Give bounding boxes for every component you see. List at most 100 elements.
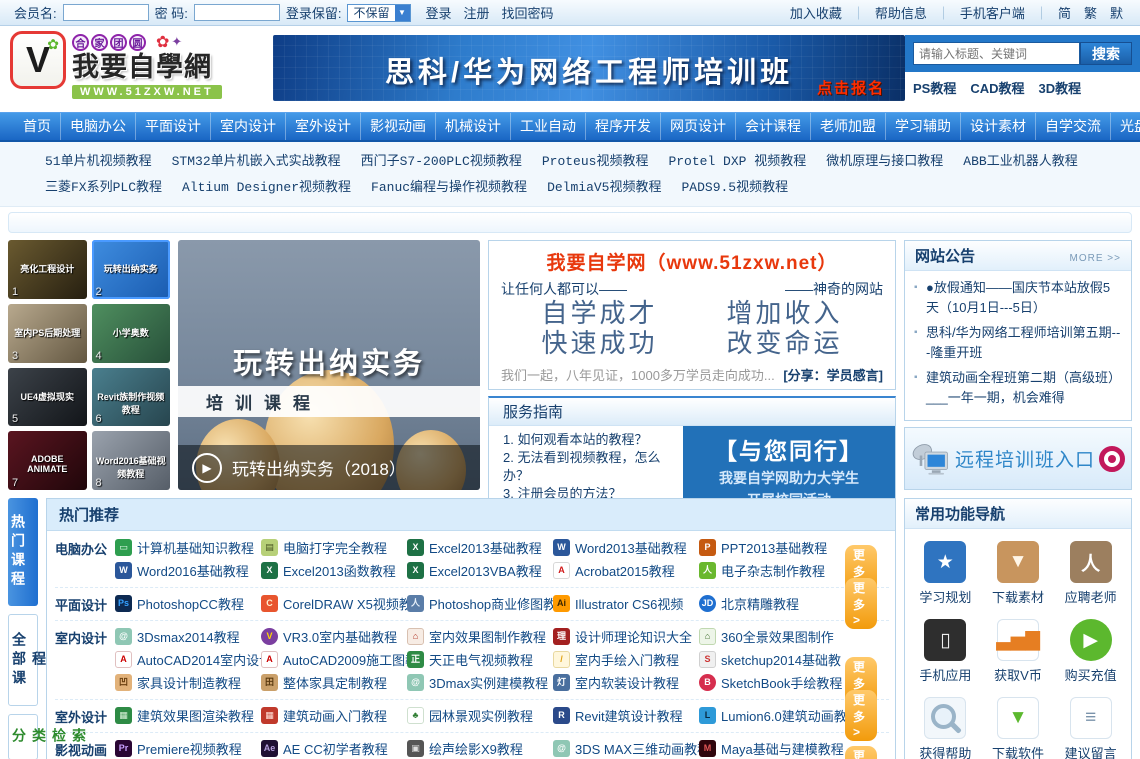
function-nav-item[interactable]: 获得帮助 <box>909 697 982 759</box>
nav-item[interactable]: 工业自动 <box>510 113 585 140</box>
sidebar-tab-category[interactable]: 分类检索 <box>8 714 38 759</box>
service-guide-item[interactable]: 2. 无法看到视频教程，怎么办？ <box>503 449 669 485</box>
course-link[interactable]: AE CC初学者教程 <box>283 739 388 758</box>
service-guide-item[interactable]: 1. 如何观看本站的教程？ <box>503 431 669 449</box>
course-link[interactable]: Maya基础与建模教程 <box>721 739 844 758</box>
course-category-label[interactable]: 室内设计 <box>55 625 115 694</box>
course-link[interactable]: Word2013基础教程 <box>575 538 687 557</box>
course-link[interactable]: 室内软装设计教程 <box>575 673 679 692</box>
subnav-link[interactable]: Altium Designer视频教程 <box>182 180 351 195</box>
course-category-label[interactable]: 室外设计 <box>55 704 115 727</box>
course-link[interactable]: Acrobat2015教程 <box>575 561 675 580</box>
subnav-link[interactable]: 西门子S7-200PLC视频教程 <box>361 154 522 169</box>
lang-link[interactable]: 默 <box>1110 3 1123 22</box>
course-link[interactable]: VR3.0室内基础教程 <box>283 627 397 646</box>
course-link[interactable]: Revit建筑设计教程 <box>575 706 683 725</box>
nav-item[interactable]: 会计课程 <box>735 113 810 140</box>
course-link[interactable]: 整体家具定制教程 <box>283 673 387 692</box>
testimonials-link[interactable]: [分享：学员感言] <box>783 365 883 384</box>
function-nav-item[interactable]: ★学习规划 <box>909 541 982 606</box>
search-input[interactable] <box>913 42 1080 65</box>
site-logo[interactable]: V ✿ 合家团圆✿✦ 我要自學網 WWW.51ZXW.NET <box>0 26 273 112</box>
subnav-link[interactable]: Proteus视频教程 <box>542 154 649 169</box>
subnav-link[interactable]: 三菱FX系列PLC教程 <box>45 180 162 195</box>
subnav-link[interactable]: 微机原理与接口教程 <box>826 154 943 169</box>
course-link[interactable]: 建筑动画入门教程 <box>283 706 387 725</box>
course-link[interactable]: 园林景观实例教程 <box>429 706 533 725</box>
sidebar-tab-hot[interactable]: 热门课程 <box>8 498 38 606</box>
course-link[interactable]: AutoCAD2009施工图教 <box>283 650 407 669</box>
course-link[interactable]: Excel2013VBA教程 <box>429 561 542 580</box>
click-enter-icon[interactable] <box>1099 446 1125 472</box>
member-name-input[interactable] <box>63 4 149 21</box>
course-link[interactable]: 360全景效果图制作 <box>721 627 834 646</box>
course-link[interactable]: Word2016基础教程 <box>137 561 249 580</box>
subnav-link[interactable]: DelmiaV5视频教程 <box>547 180 661 195</box>
lang-link[interactable]: 繁 <box>1084 3 1097 22</box>
training-banner[interactable]: 思科/华为网络工程师培训班 点击报名 <box>273 35 905 101</box>
nav-item[interactable]: 程序开发 <box>585 113 660 140</box>
course-link[interactable]: Photoshop商业修图教 <box>429 594 553 613</box>
nav-item[interactable]: 网页设计 <box>660 113 735 140</box>
nav-item[interactable]: 老师加盟 <box>810 113 885 140</box>
video-thumbnail[interactable]: ADOBE ANIMATE7 <box>8 431 87 490</box>
notice-item[interactable]: 思科/华为网络工程师培训第五期---隆重开班 <box>914 323 1122 363</box>
course-category-label[interactable]: 影视动画 <box>55 737 115 759</box>
function-nav-item[interactable]: ≡建议留言 <box>1054 697 1127 759</box>
hot-search-link[interactable]: PS教程 <box>913 78 956 97</box>
course-link[interactable]: 电脑打字完全教程 <box>283 538 387 557</box>
hot-search-link[interactable]: CAD教程 <box>970 78 1024 97</box>
login-link[interactable]: 登录 <box>426 3 452 22</box>
notice-item[interactable]: ●放假通知——国庆节本站放假5天（10月1日---5日） <box>914 278 1122 318</box>
course-category-label[interactable]: 平面设计 <box>55 592 115 615</box>
course-link[interactable]: 北京精雕教程 <box>721 594 799 613</box>
notice-more-link[interactable]: MORE >> <box>1070 253 1121 264</box>
course-link[interactable]: CorelDRAW X5视频教 <box>283 594 407 613</box>
password-input[interactable] <box>194 4 280 21</box>
course-link[interactable]: Excel2013基础教程 <box>429 538 542 557</box>
course-link[interactable]: 家具设计制造教程 <box>137 673 241 692</box>
nav-item[interactable]: 影视动画 <box>360 113 435 140</box>
function-nav-item[interactable]: ▃▅▇获取V币 <box>982 619 1055 684</box>
subnav-link[interactable]: STM32单片机嵌入式实战教程 <box>172 154 341 169</box>
banner-cta[interactable]: 点击报名 <box>817 77 885 98</box>
lang-link[interactable]: 简 <box>1058 3 1071 22</box>
video-thumbnail[interactable]: UE4虚拟现实5 <box>8 368 87 427</box>
subnav-link[interactable]: 51单片机视频教程 <box>45 154 152 169</box>
course-link[interactable]: sketchup2014基础教 <box>721 650 841 669</box>
sidebar-tab-all[interactable]: 全部课程 <box>8 614 38 706</box>
function-nav-item[interactable]: ▼下载软件 <box>982 697 1055 759</box>
course-link[interactable]: 室内手绘入门教程 <box>575 650 679 669</box>
topbar-link[interactable]: 帮助信息 <box>875 3 927 22</box>
nav-item[interactable]: 室外设计 <box>285 113 360 140</box>
function-nav-item[interactable]: ▯手机应用 <box>909 619 982 684</box>
course-link[interactable]: Illustrator CS6视频 <box>575 594 683 613</box>
course-category-label[interactable]: 电脑办公 <box>55 536 115 582</box>
course-link[interactable]: AutoCAD2014室内设计 <box>137 650 261 669</box>
course-link[interactable]: Lumion6.0建筑动画教 <box>721 706 845 725</box>
play-icon[interactable]: ▶ <box>192 453 222 483</box>
video-thumbnail[interactable]: Word2016基础视频教程8 <box>92 431 171 490</box>
course-link[interactable]: 3Dsmax2014教程 <box>137 627 240 646</box>
video-thumbnail[interactable]: 小学奥数4 <box>92 304 171 363</box>
nav-item[interactable]: 首页 <box>14 113 60 140</box>
hot-search-link[interactable]: 3D教程 <box>1039 78 1082 97</box>
login-keep-select[interactable]: 不保留 ▼ <box>347 4 410 22</box>
nav-item[interactable]: 学习辅助 <box>885 113 960 140</box>
remote-training-entry[interactable]: 远程培训班入口 <box>904 427 1132 490</box>
course-link[interactable]: PhotoshopCC教程 <box>137 594 244 613</box>
video-player[interactable]: 玩转出纳实务 培训课程 ▶ 玩转出纳实务（2018） <box>178 240 480 490</box>
nav-item[interactable]: 室内设计 <box>210 113 285 140</box>
video-thumbnail[interactable]: 亮化工程设计1 <box>8 240 87 299</box>
course-link[interactable]: 3DS MAX三维动画教程 <box>575 739 699 758</box>
course-link[interactable]: PPT2013基础教程 <box>721 538 827 557</box>
video-thumbnail[interactable]: 室内PS后期处理3 <box>8 304 87 363</box>
course-link[interactable]: 设计师理论知识大全 <box>575 627 692 646</box>
course-link[interactable]: Premiere视频教程 <box>137 739 242 758</box>
subnav-link[interactable]: Protel DXP 视频教程 <box>668 154 806 169</box>
more-button[interactable]: 更多> <box>845 690 877 741</box>
nav-item[interactable]: 机械设计 <box>435 113 510 140</box>
nav-item[interactable]: 设计素材 <box>960 113 1035 140</box>
course-link[interactable]: 计算机基础知识教程 <box>137 538 254 557</box>
forgot-password-link[interactable]: 找回密码 <box>502 3 554 22</box>
